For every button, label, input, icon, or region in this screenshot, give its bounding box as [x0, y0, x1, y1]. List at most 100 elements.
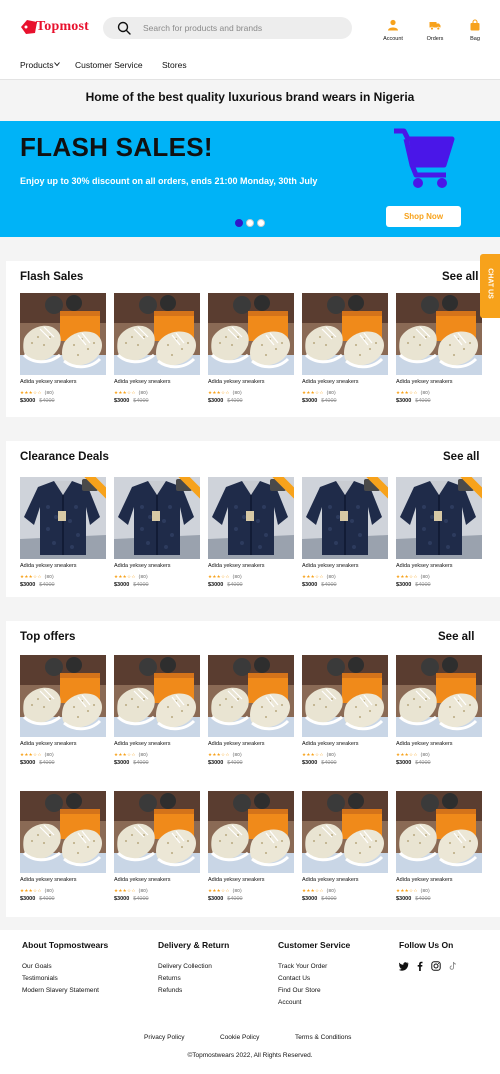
search-icon[interactable] — [116, 20, 132, 36]
product-image-frame[interactable] — [396, 477, 482, 559]
cookie-policy-link[interactable]: Cookie Policy — [220, 1034, 259, 1041]
orders-button[interactable]: Orders — [415, 17, 455, 42]
product-name[interactable]: Adida yeksey sneakers — [302, 877, 359, 883]
product-card[interactable]: Adida yeksey sneakers ★★★☆☆ (80) $3000 $40… — [396, 477, 482, 588]
carousel-dot[interactable] — [246, 219, 254, 227]
footer-link-contact-us[interactable]: Contact Us — [278, 975, 310, 982]
product-image-frame[interactable] — [302, 791, 388, 873]
product-card[interactable]: Adida yeksey sneakers ★★★☆☆ (80) $3000 $40… — [302, 477, 388, 588]
product-name[interactable]: Adida yeksey sneakers — [302, 379, 359, 385]
product-name[interactable]: Adida yeksey sneakers — [20, 741, 77, 747]
product-card[interactable]: Adida yeksey sneakers ★★★☆☆ (80) $3000 $40… — [20, 655, 106, 766]
product-image-frame[interactable] — [396, 791, 482, 873]
product-name[interactable]: Adida yeksey sneakers — [208, 563, 265, 569]
product-name[interactable]: Adida yeksey sneakers — [208, 379, 265, 385]
search-bar[interactable] — [103, 17, 352, 39]
product-card[interactable]: Adida yeksey sneakers ★★★☆☆ (80) $3000 $40… — [396, 655, 482, 766]
footer-link-delivery-collection[interactable]: Delivery Collection — [158, 963, 212, 970]
footer-link-returns[interactable]: Returns — [158, 975, 181, 982]
product-card[interactable]: Adida yeksey sneakers ★★★☆☆ (80) $3000 $40… — [114, 477, 200, 588]
product-image-frame[interactable] — [208, 791, 294, 873]
product-image-frame[interactable] — [208, 655, 294, 737]
product-image-frame[interactable] — [114, 655, 200, 737]
product-image-frame[interactable] — [20, 477, 106, 559]
product-name[interactable]: Adida yeksey sneakers — [302, 563, 359, 569]
product-card[interactable]: Adida yeksey sneakers ★★★☆☆ (80) $3000 $40… — [208, 655, 294, 766]
nav-products[interactable]: Products — [20, 60, 60, 70]
product-name[interactable]: Adida yeksey sneakers — [208, 877, 265, 883]
product-image-frame[interactable] — [208, 293, 294, 375]
product-image-frame[interactable] — [302, 293, 388, 375]
product-card[interactable]: Adida yeksey sneakers ★★★☆☆ (80) $3000 $40… — [114, 791, 200, 902]
see-all-link[interactable]: See all — [443, 451, 479, 463]
tiktok-icon[interactable] — [448, 961, 458, 971]
product-name[interactable]: Adida yeksey sneakers — [302, 741, 359, 747]
product-card[interactable]: Adida yeksey sneakers ★★★☆☆ (80) $3000 $40… — [396, 293, 482, 404]
product-name[interactable]: Adida yeksey sneakers — [208, 741, 265, 747]
product-name[interactable]: Adida yeksey sneakers — [114, 379, 171, 385]
see-all-link[interactable]: See all — [442, 271, 478, 283]
carousel-dot[interactable] — [235, 219, 243, 227]
product-rating: ★★★☆☆ (80) — [114, 752, 148, 758]
carousel-dot[interactable] — [257, 219, 265, 227]
product-card[interactable]: Adida yeksey sneakers ★★★☆☆ (80) $3000 $40… — [20, 477, 106, 588]
product-card[interactable]: Adida yeksey sneakers ★★★☆☆ (80) $3000 $40… — [396, 791, 482, 902]
rating-count: (80) — [326, 752, 336, 757]
footer-link-account[interactable]: Account — [278, 999, 302, 1006]
product-image-frame[interactable] — [114, 477, 200, 559]
instagram-icon[interactable] — [431, 961, 441, 971]
search-input[interactable] — [143, 19, 343, 37]
product-image-frame[interactable] — [396, 293, 482, 375]
product-name[interactable]: Adida yeksey sneakers — [396, 563, 453, 569]
nav-customer-service[interactable]: Customer Service — [75, 60, 143, 70]
product-name[interactable]: Adida yeksey sneakers — [20, 877, 77, 883]
product-image-frame[interactable] — [302, 477, 388, 559]
see-all-link[interactable]: See all — [438, 631, 474, 643]
product-name[interactable]: Adida yeksey sneakers — [396, 877, 453, 883]
product-image-frame[interactable] — [20, 293, 106, 375]
old-price: $4000 — [415, 398, 431, 404]
shop-now-button[interactable]: Shop Now — [386, 206, 461, 227]
product-name[interactable]: Adida yeksey sneakers — [20, 563, 77, 569]
product-card[interactable]: Adida yeksey sneakers ★★★☆☆ (80) $3000 $40… — [302, 655, 388, 766]
bag-button[interactable]: Bag — [455, 17, 495, 42]
product-card[interactable]: Adida yeksey sneakers ★★★☆☆ (80) $3000 $40… — [302, 293, 388, 404]
product-image-frame[interactable] — [20, 655, 106, 737]
product-name[interactable]: Adida yeksey sneakers — [20, 379, 77, 385]
terms-conditions-link[interactable]: Terms & Conditions — [295, 1034, 351, 1041]
product-list: Adida yeksey sneakers ★★★☆☆ (80) $3000 $40… — [20, 791, 490, 911]
product-name[interactable]: Adida yeksey sneakers — [114, 741, 171, 747]
footer-link-refunds[interactable]: Refunds — [158, 987, 182, 994]
product-name[interactable]: Adida yeksey sneakers — [396, 379, 453, 385]
chat-us-button[interactable]: CHAT US — [480, 254, 500, 318]
product-card[interactable]: Adida yeksey sneakers ★★★☆☆ (80) $3000 $40… — [114, 655, 200, 766]
product-image-frame[interactable] — [208, 477, 294, 559]
footer-link-find-store[interactable]: Find Our Store — [278, 987, 321, 994]
logo[interactable]: Topmost — [20, 16, 92, 40]
product-card[interactable]: Adida yeksey sneakers ★★★☆☆ (80) $3000 $40… — [208, 477, 294, 588]
current-price: $3000 — [302, 398, 318, 404]
product-card[interactable]: Adida yeksey sneakers ★★★☆☆ (80) $3000 $40… — [114, 293, 200, 404]
product-card[interactable]: Adida yeksey sneakers ★★★☆☆ (80) $3000 $40… — [208, 791, 294, 902]
product-card[interactable]: Adida yeksey sneakers ★★★☆☆ (80) $3000 $40… — [20, 293, 106, 404]
product-image-frame[interactable] — [20, 791, 106, 873]
footer-link-testimonials[interactable]: Testimonials — [22, 975, 58, 982]
twitter-icon[interactable] — [399, 961, 409, 971]
product-card[interactable]: Adida yeksey sneakers ★★★☆☆ (80) $3000 $40… — [302, 791, 388, 902]
product-name[interactable]: Adida yeksey sneakers — [114, 877, 171, 883]
facebook-icon[interactable] — [415, 961, 425, 971]
product-image-frame[interactable] — [114, 293, 200, 375]
product-image-frame[interactable] — [114, 791, 200, 873]
account-button[interactable]: Account — [373, 17, 413, 42]
product-card[interactable]: Adida yeksey sneakers ★★★☆☆ (80) $3000 $40… — [20, 791, 106, 902]
nav-stores[interactable]: Stores — [162, 60, 187, 70]
footer-link-track-order[interactable]: Track Your Order — [278, 963, 327, 970]
product-name[interactable]: Adida yeksey sneakers — [396, 741, 453, 747]
footer-link-our-goals[interactable]: Our Goals — [22, 963, 52, 970]
footer-link-modern-slavery[interactable]: Modern Slavery Statement — [22, 987, 99, 994]
product-image-frame[interactable] — [396, 655, 482, 737]
privacy-policy-link[interactable]: Privacy Policy — [144, 1034, 184, 1041]
product-name[interactable]: Adida yeksey sneakers — [114, 563, 171, 569]
product-card[interactable]: Adida yeksey sneakers ★★★☆☆ (80) $3000 $40… — [208, 293, 294, 404]
product-image-frame[interactable] — [302, 655, 388, 737]
